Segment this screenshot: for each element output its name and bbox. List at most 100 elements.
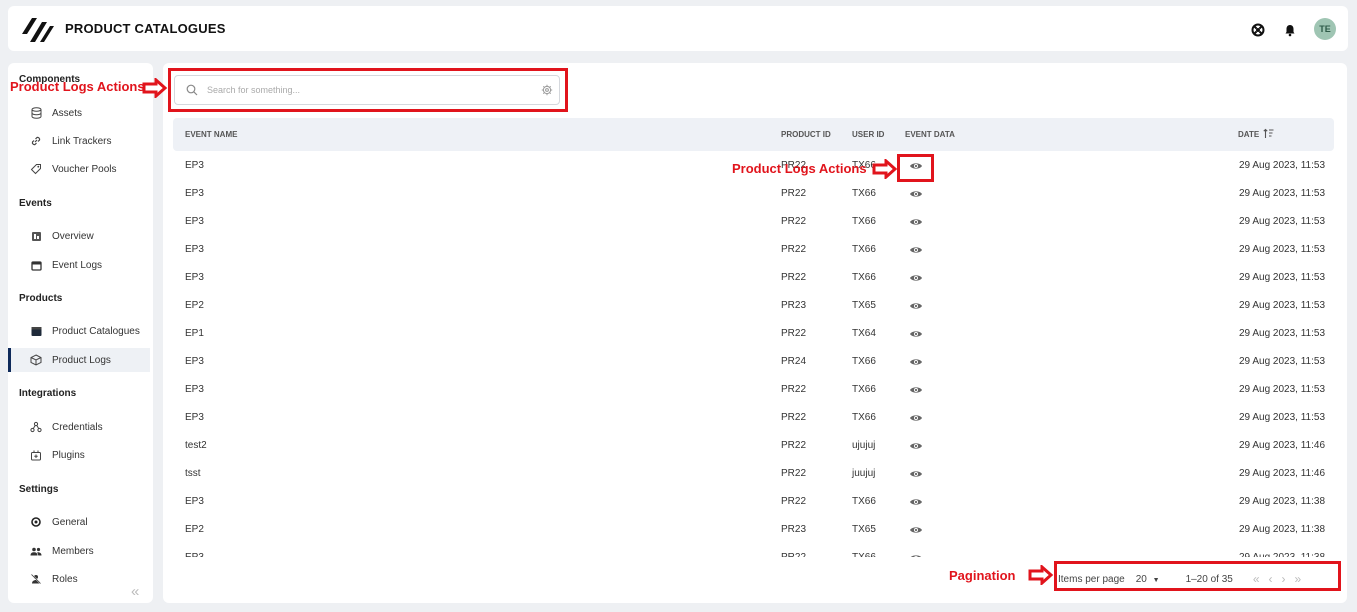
sidebar-item-credentials[interactable]: Credentials [8,415,150,439]
sort-icon[interactable] [1263,128,1274,139]
view-event-data-icon[interactable] [909,161,923,171]
column-header-date[interactable]: DATE [1238,130,1259,139]
cell-user-id: TX66 [852,356,876,367]
sidebar-section-events: Events [19,198,52,209]
cog-icon [30,516,42,528]
sidebar-item-overview[interactable]: Overview [8,224,150,248]
next-page-icon[interactable]: › [1282,572,1286,586]
sidebar-item-general[interactable]: General [8,510,150,534]
sidebar: Components Assets Link Trackers Voucher … [8,63,153,603]
cell-date: 29 Aug 2023, 11:53 [1239,300,1326,311]
column-header-event-data[interactable]: EVENT DATA [905,130,955,139]
table-row[interactable]: EP3 PR22 TX66 29 Aug 2023, 11:38 [173,487,1334,515]
table-row[interactable]: EP3 PR22 TX66 29 Aug 2023, 11:53 [173,235,1334,263]
view-event-data-icon[interactable] [909,413,923,423]
cell-date: 29 Aug 2023, 11:38 [1239,552,1325,557]
cell-product-id: PR22 [781,468,807,479]
table-row[interactable]: EP1 PR22 TX64 29 Aug 2023, 11:53 [173,319,1334,347]
cell-user-id: TX66 [852,188,876,199]
column-header-product-id[interactable]: PRODUCT ID [781,130,831,139]
sidebar-item-product-logs[interactable]: Product Logs [8,348,150,372]
cell-date: 29 Aug 2023, 11:53 [1239,188,1326,199]
app-logo[interactable] [20,14,54,44]
cell-date: 29 Aug 2023, 11:53 [1239,160,1326,171]
view-event-data-icon[interactable] [909,189,923,199]
cell-date: 29 Aug 2023, 11:53 [1239,384,1326,395]
view-event-data-icon[interactable] [909,497,923,507]
cell-date: 29 Aug 2023, 11:53 [1239,328,1326,339]
catalogue-icon [30,325,42,337]
table-row[interactable]: test2 PR22 ujujuj 29 Aug 2023, 11:46 [173,431,1334,459]
cell-event-name: EP3 [185,160,204,171]
cell-product-id: PR22 [781,496,807,507]
chevron-down-icon: ▼ [1152,576,1160,584]
table-row[interactable]: EP2 PR23 TX65 29 Aug 2023, 11:53 [173,291,1334,319]
view-event-data-icon[interactable] [909,553,923,557]
table-row[interactable]: EP2 PR23 TX65 29 Aug 2023, 11:38 [173,515,1334,543]
cell-user-id: TX65 [852,524,876,535]
members-icon [30,545,42,557]
cell-date: 29 Aug 2023, 11:46 [1239,468,1326,479]
cell-product-id: PR22 [781,216,807,227]
cell-product-id: PR23 [781,300,807,311]
view-event-data-icon[interactable] [909,385,923,395]
sidebar-item-plugins[interactable]: Plugins [8,443,150,467]
filter-settings-icon[interactable] [541,84,553,96]
cell-event-name: EP2 [185,300,204,311]
view-event-data-icon[interactable] [909,273,923,283]
first-page-icon[interactable]: « [1253,572,1260,586]
view-event-data-icon[interactable] [909,301,923,311]
cube-icon [30,354,42,366]
cell-date: 29 Aug 2023, 11:53 [1239,356,1326,367]
page-size-select[interactable]: 20 ▼ [1136,574,1160,585]
last-page-icon[interactable]: » [1295,572,1302,586]
sidebar-item-members[interactable]: Members [8,539,150,563]
column-header-user-id[interactable]: USER ID [852,130,884,139]
cell-date: 29 Aug 2023, 11:46 [1239,440,1326,451]
cell-event-name: EP1 [185,328,204,339]
table-row[interactable]: tsst PR22 juujuj 29 Aug 2023, 11:46 [173,459,1334,487]
view-event-data-icon[interactable] [909,469,923,479]
sidebar-item-event-logs[interactable]: Event Logs [8,253,150,277]
bell-icon[interactable] [1283,23,1297,37]
view-event-data-icon[interactable] [909,245,923,255]
sidebar-item-assets[interactable]: Assets [8,101,150,125]
sidebar-item-voucher-pools[interactable]: Voucher Pools [8,157,150,181]
help-icon[interactable] [1251,23,1265,37]
sidebar-item-label: Link Trackers [52,135,112,147]
view-event-data-icon[interactable] [909,525,923,535]
cell-event-name: EP3 [185,272,204,283]
table-row[interactable]: EP3 PR22 TX66 29 Aug 2023, 11:53 [173,179,1334,207]
cell-user-id: TX66 [852,272,876,283]
table-row[interactable]: EP3 PR22 TX66 29 Aug 2023, 11:53 [173,207,1334,235]
cell-user-id: TX66 [852,216,876,227]
cell-event-name: EP3 [185,244,204,255]
sidebar-item-roles[interactable]: Roles [8,567,150,591]
cell-date: 29 Aug 2023, 11:38 [1239,524,1326,535]
collapse-sidebar-icon[interactable]: « [131,583,139,600]
cell-product-id: PR22 [781,412,807,423]
sidebar-item-product-catalogues[interactable]: Product Catalogues [8,319,150,343]
cell-product-id: PR22 [781,440,807,451]
annotation-search-label: Product Logs Actions [10,79,145,94]
user-avatar[interactable]: TE [1314,18,1336,40]
table-row[interactable]: EP3 PR22 TX66 29 Aug 2023, 11:53 [173,403,1334,431]
view-event-data-icon[interactable] [909,217,923,227]
search-input[interactable] [207,81,527,99]
table-row[interactable]: EP3 PR22 TX66 29 Aug 2023, 11:38 [173,543,1334,557]
view-event-data-icon[interactable] [909,441,923,451]
sidebar-item-link-trackers[interactable]: Link Trackers [8,129,150,153]
cell-date: 29 Aug 2023, 11:53 [1239,244,1326,255]
prev-page-icon[interactable]: ‹ [1269,572,1273,586]
top-bar: PRODUCT CATALOGUES TE [8,6,1348,51]
chart-icon [30,230,42,242]
cell-user-id: TX65 [852,300,876,311]
table-row[interactable]: EP3 PR24 TX66 29 Aug 2023, 11:53 [173,347,1334,375]
view-event-data-icon[interactable] [909,357,923,367]
sidebar-item-label: Event Logs [52,259,103,271]
table-body: EP3 PR22 TX66 29 Aug 2023, 11:53 EP3 PR22 TX66… [173,151,1334,557]
table-row[interactable]: EP3 PR22 TX66 29 Aug 2023, 11:53 [173,263,1334,291]
table-row[interactable]: EP3 PR22 TX66 29 Aug 2023, 11:53 [173,375,1334,403]
column-header-event-name[interactable]: EVENT NAME [185,130,237,139]
view-event-data-icon[interactable] [909,329,923,339]
